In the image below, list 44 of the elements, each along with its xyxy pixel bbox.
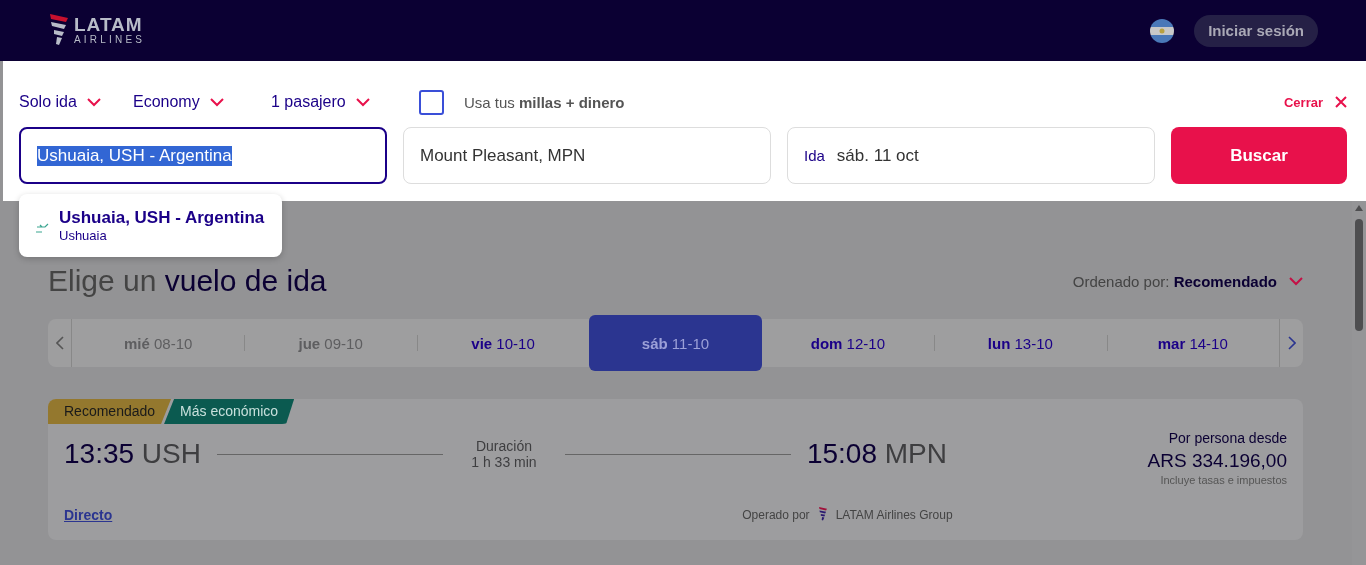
date-tab[interactable]: sáb 11-10 — [589, 315, 762, 371]
suggestion-item[interactable]: Ushuaia, USH - Argentina Ushuaia — [19, 194, 282, 257]
caret-icon — [209, 97, 224, 107]
date-tab[interactable]: lun 13-10 — [934, 319, 1107, 367]
operated-label: Operado por — [742, 508, 810, 522]
arrival-time: 15:08 MPN — [806, 438, 947, 470]
close-icon — [1335, 96, 1347, 108]
close-button[interactable]: Cerrar — [1283, 94, 1347, 110]
date-tab[interactable]: dom 12-10 — [761, 319, 935, 367]
price-note: Incluye tasas e impuestos — [1159, 474, 1287, 486]
logo[interactable]: LATAM AIRLINES — [48, 11, 146, 50]
sort-dropdown[interactable]: Ordenado por: Recomendado — [1072, 272, 1303, 290]
search-button[interactable]: Buscar — [1171, 127, 1347, 184]
direct-link[interactable]: Directo — [64, 507, 113, 523]
chevron-right-icon — [1287, 336, 1296, 350]
option-dropdown[interactable]: Economy — [133, 93, 271, 111]
date-field[interactable]: Ida sáb. 11 oct — [787, 127, 1155, 184]
airline-name: LATAM Airlines Group — [835, 508, 953, 522]
departure-time: 13:35 USH — [64, 438, 201, 470]
option-dropdown[interactable]: 1 pasajero — [271, 93, 419, 111]
price-label: Por persona desde — [1167, 430, 1287, 446]
destination-field[interactable]: Mount Pleasant, MPN — [403, 127, 771, 184]
caret-icon — [1289, 276, 1303, 286]
duration-label: Duración — [474, 438, 533, 454]
caret-icon — [86, 97, 101, 107]
miles-label: Usa tus millas + dinero — [464, 93, 625, 111]
login-button[interactable]: Iniciar sesión — [1194, 14, 1318, 47]
option-dropdown[interactable]: Solo ida — [19, 93, 133, 111]
airline-logo-icon — [817, 506, 828, 521]
chevron-left-icon — [55, 336, 64, 350]
page-heading: Elige un vuelo de ida — [48, 264, 327, 298]
flag-icon[interactable] — [1150, 18, 1175, 43]
date-tab[interactable]: mar 14-10 — [1106, 319, 1279, 367]
price: ARS 334.196,00 — [1146, 450, 1287, 472]
scroll-thumb[interactable] — [1355, 219, 1363, 331]
flight-tag: Más económico — [164, 399, 295, 424]
date-tab[interactable]: vie 10-10 — [416, 319, 590, 367]
scroll-up-icon[interactable] — [1355, 205, 1363, 211]
flight-card[interactable]: Recomendado Más económico 13:35 USH Duración 1 h 33 min 15:08 MPN Por persona desde ARS 334.196,00 Incluye tasas e impuestos Directo Operado por LATAM Airlines Group — [48, 399, 1303, 540]
miles-checkbox[interactable] — [419, 89, 444, 115]
origin-field[interactable]: Ushuaia, USH - Argentina — [19, 127, 387, 184]
flight-tag: Recomendado — [48, 399, 172, 424]
duration-value: 1 h 33 min — [470, 454, 538, 470]
caret-icon — [355, 97, 370, 107]
